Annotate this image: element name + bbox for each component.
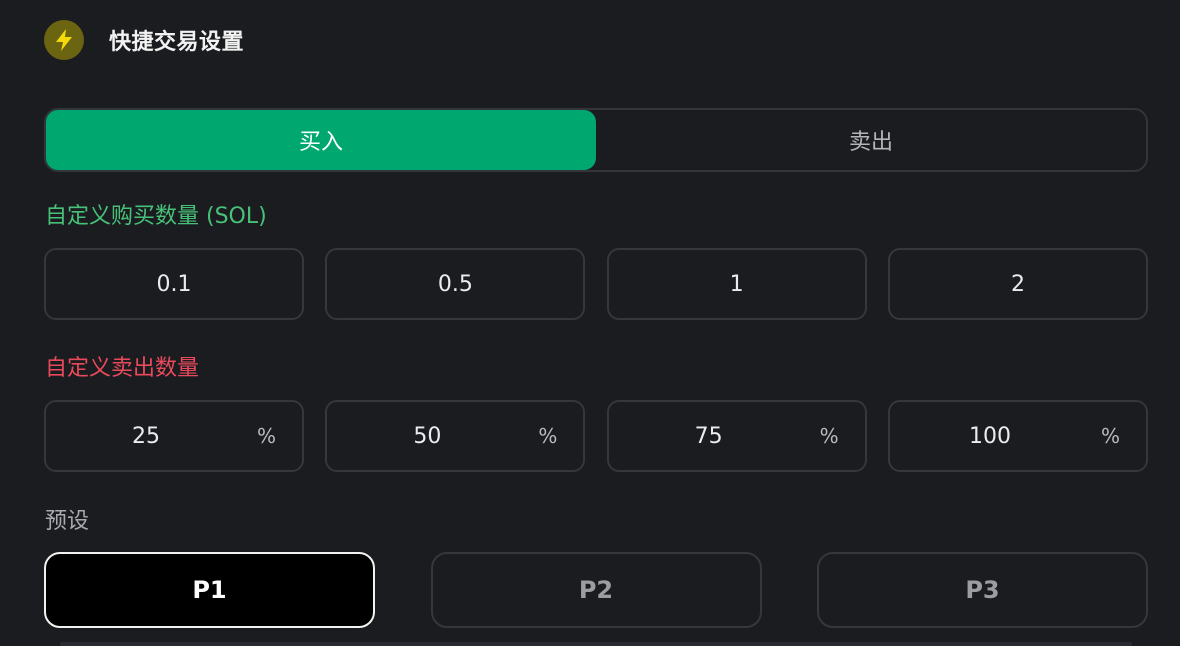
sell-amount-value: 75 [694, 423, 723, 449]
preset-p2-button[interactable]: P2 [430, 552, 762, 628]
buy-sell-toggle: 买入 卖出 [44, 108, 1148, 172]
preset-p1-button[interactable]: P1 [44, 552, 375, 628]
tab-sell[interactable]: 卖出 [596, 110, 1146, 170]
buy-amount-label: 自定义购买数量 (SOL) [45, 204, 267, 229]
divider [60, 642, 1132, 646]
sell-amount-field[interactable]: 75 % [606, 400, 867, 472]
sell-amount-value: 50 [413, 423, 442, 449]
percent-unit: % [819, 424, 839, 448]
sell-amount-field[interactable]: 100 % [887, 400, 1148, 472]
sell-amount-field[interactable]: 50 % [325, 400, 586, 472]
buy-amount-field[interactable]: 1 [606, 248, 867, 320]
buy-amount-field[interactable]: 0.1 [44, 248, 304, 320]
buy-amount-field[interactable]: 2 [887, 248, 1148, 320]
page-title: 快捷交易设置 [109, 30, 245, 55]
preset-row: P1 P2 P3 [44, 552, 1148, 628]
percent-unit: % [256, 424, 276, 448]
preset-label: 预设 [45, 509, 90, 534]
sell-amount-label: 自定义卖出数量 [45, 356, 200, 381]
percent-unit: % [1100, 424, 1120, 448]
buy-amount-row: 0.1 0.5 1 2 [44, 248, 1148, 320]
preset-p3-button[interactable]: P3 [817, 552, 1148, 628]
lightning-icon [44, 20, 84, 60]
sell-amount-field[interactable]: 25 % [44, 400, 304, 472]
percent-unit: % [538, 424, 558, 448]
sell-amount-value: 25 [132, 423, 160, 449]
sell-amount-value: 100 [968, 423, 1011, 449]
sell-amount-row: 25 % 50 % 75 % 100 % [44, 400, 1148, 472]
header: 快捷交易设置 [44, 20, 244, 60]
tab-buy[interactable]: 买入 [46, 110, 596, 170]
buy-amount-field[interactable]: 0.5 [325, 248, 586, 320]
